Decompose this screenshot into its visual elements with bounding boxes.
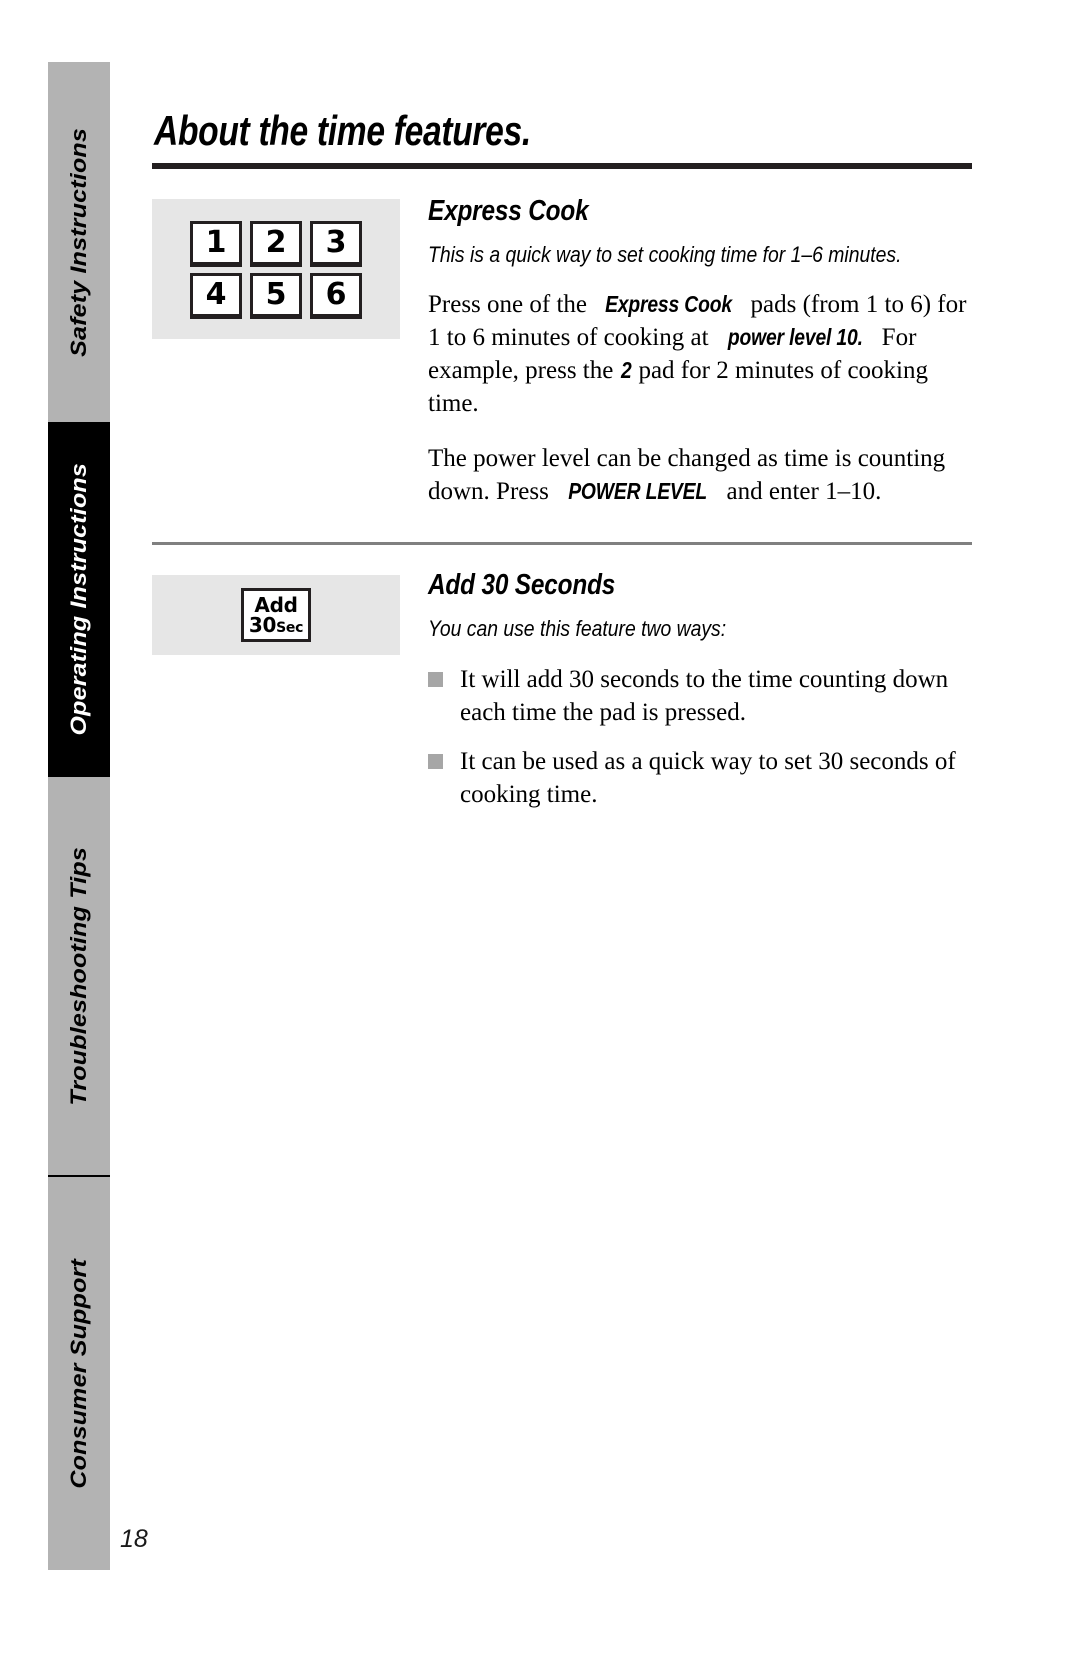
sidebar-tab-label: Safety Instructions (65, 128, 94, 357)
emphasis-text: POWER LEVEL (568, 478, 708, 505)
keypad-key-6[interactable]: 6 (310, 272, 362, 317)
sidebar-tabs: Safety Instructions Operating Instructio… (48, 62, 110, 1570)
sidebar-tab-label: Troubleshooting Tips (65, 847, 94, 1106)
sidebar-tab-label-text: Consumer Support (66, 1258, 91, 1489)
add-30-seconds-subtitle: You can use this feature two ways: (428, 616, 972, 642)
sidebar-tab-label-text: Troubleshooting Tips (66, 846, 91, 1106)
add-30-seconds-bullet-list: It will add 30 seconds to the time count… (428, 663, 972, 811)
paragraph-text: Press one of the (428, 291, 594, 319)
add-30-sec-pad-line-1: Add (254, 595, 298, 615)
title-rule (152, 162, 972, 169)
sec-unit: Sec (276, 620, 304, 637)
express-cook-subtitle-text: This is a quick way to set cooking time … (428, 241, 902, 267)
square-bullet-icon (428, 671, 443, 687)
add-30-seconds-body: Add 30 Seconds You can use this feature … (400, 569, 972, 810)
add-30-seconds-heading-text: Add 30 Seconds (428, 569, 616, 602)
sidebar-tab-operating-instructions[interactable]: Operating Instructions (48, 422, 110, 777)
add-30-sec-pad-line-2: 30Sec (248, 613, 304, 638)
keypad-key-3[interactable]: 3 (310, 220, 362, 265)
emphasis-text: Express Cook (605, 291, 733, 318)
emphasis-text: power level 10. (727, 324, 863, 351)
list-item: It can be used as a quick way to set 30 … (428, 745, 972, 811)
keypad-key-5[interactable]: 5 (250, 272, 302, 317)
express-cook-subtitle: This is a quick way to set cooking time … (428, 242, 972, 268)
sidebar-tab-consumer-support[interactable]: Consumer Support (48, 1177, 110, 1570)
manual-page: Safety Instructions Operating Instructio… (0, 0, 1080, 1669)
section-add-30-seconds: Add 30Sec Add 30 Seconds You can use thi… (152, 569, 972, 810)
sidebar-tab-troubleshooting-tips[interactable]: Troubleshooting Tips (48, 777, 110, 1175)
add-30-seconds-pad-figure: Add 30Sec (152, 575, 400, 656)
emphasis-text: 2 (620, 357, 632, 384)
list-item-text: It can be used as a quick way to set 30 … (460, 747, 956, 808)
square-bullet-icon (428, 753, 443, 769)
sidebar-tab-label-text: Safety Instructions (66, 127, 91, 357)
express-cook-paragraph-1: Press one of the Express Cook pads (from… (428, 288, 972, 420)
express-cook-keypad-figure: 1 2 3 4 5 6 (152, 198, 400, 339)
express-cook-heading-text: Express Cook (428, 194, 589, 227)
section-express-cook: 1 2 3 4 5 6 Express Cook This is a quick… (152, 195, 972, 508)
page-title-text: About the time features. (154, 107, 531, 154)
emphasis-power-level-10: power level 10. (715, 324, 876, 350)
add-30-seconds-subtitle-text: You can use this feature two ways: (428, 616, 727, 642)
keypad-key-1[interactable]: 1 (190, 220, 242, 265)
sidebar-tab-safety-instructions[interactable]: Safety Instructions (48, 62, 110, 422)
emphasis-pad-2: 2 (620, 357, 633, 383)
list-item: It will add 30 seconds to the time count… (428, 663, 972, 729)
emphasis-express-cook: Express Cook (593, 291, 744, 317)
emphasis-power-level: POWER LEVEL (555, 478, 720, 504)
list-item-text: It will add 30 seconds to the time count… (460, 665, 949, 726)
express-cook-keypad: 1 2 3 4 5 6 (190, 220, 362, 317)
keypad-key-4[interactable]: 4 (190, 272, 242, 317)
express-cook-paragraph-2: The power level can be changed as time i… (428, 442, 972, 508)
section-divider (152, 542, 972, 546)
add-30-sec-pad[interactable]: Add 30Sec (241, 588, 311, 643)
express-cook-heading: Express Cook (428, 195, 972, 228)
page-title: About the time features. (152, 107, 972, 159)
sidebar-tab-label-text: Operating Instructions (66, 463, 91, 736)
add-30-seconds-heading: Add 30 Seconds (428, 569, 972, 602)
sidebar-tab-label: Operating Instructions (65, 463, 94, 735)
page-content: About the time features. 1 2 3 4 5 6 Exp… (152, 107, 972, 811)
sidebar-tab-label: Consumer Support (65, 1259, 94, 1489)
express-cook-body: Express Cook This is a quick way to set … (400, 195, 972, 508)
paragraph-text: and enter 1–10. (720, 478, 882, 506)
keypad-key-2[interactable]: 2 (250, 220, 302, 265)
sec-number: 30 (248, 613, 277, 638)
page-number: 18 (120, 1525, 148, 1553)
